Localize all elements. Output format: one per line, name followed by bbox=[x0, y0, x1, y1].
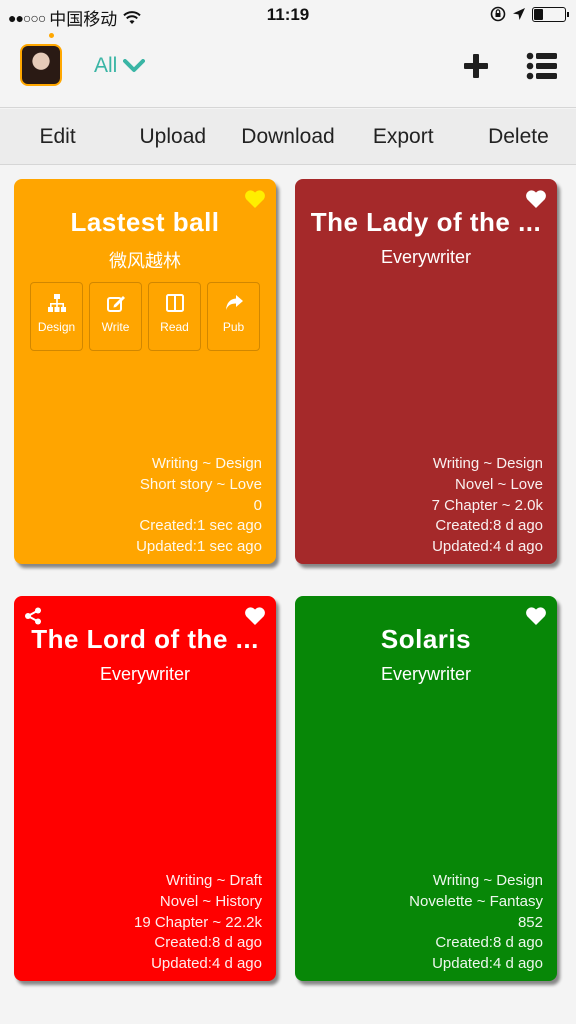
write-button[interactable]: Write bbox=[89, 282, 142, 351]
avatar[interactable] bbox=[20, 44, 62, 86]
meta-status: Writing ~ Design bbox=[432, 455, 543, 473]
book-title: The Lady of the ... bbox=[310, 207, 542, 237]
heart-icon[interactable] bbox=[525, 189, 547, 209]
location-arrow-icon bbox=[513, 8, 525, 20]
meta-created: Created:8 d ago bbox=[154, 934, 262, 952]
download-button[interactable]: Download bbox=[230, 109, 345, 164]
book-title: Solaris bbox=[380, 624, 472, 654]
write-label: Write bbox=[101, 320, 130, 334]
action-toolbar: Edit Upload Download Export Delete bbox=[0, 109, 576, 165]
share-icon[interactable] bbox=[24, 607, 42, 625]
meta-genre: Short story ~ Love bbox=[139, 475, 262, 493]
design-button[interactable]: Design bbox=[30, 282, 83, 351]
read-label: Read bbox=[160, 320, 189, 334]
meta-updated: Updated:4 d ago bbox=[432, 955, 543, 973]
book-meta: Writing ~ Draft Novel ~ History 19 Chapt… bbox=[134, 871, 262, 975]
edit-button[interactable]: Edit bbox=[0, 109, 115, 164]
book-title: Lastest ball bbox=[70, 207, 220, 237]
sitemap-icon bbox=[47, 294, 66, 312]
publish-label: Pub bbox=[222, 320, 245, 334]
heart-icon[interactable] bbox=[244, 606, 266, 626]
meta-updated: Updated:4 d ago bbox=[432, 538, 543, 556]
top-nav: All bbox=[0, 30, 576, 108]
book-card[interactable]: The Lord of the ... Everywriter Writing … bbox=[14, 596, 276, 981]
orientation-lock-icon bbox=[490, 6, 506, 22]
meta-status: Writing ~ Design bbox=[432, 872, 543, 890]
read-button[interactable]: Read bbox=[148, 282, 201, 351]
chevron-down-icon bbox=[123, 59, 146, 72]
list-icon[interactable] bbox=[526, 52, 558, 80]
meta-updated: Updated:1 sec ago bbox=[136, 538, 262, 556]
meta-updated: Updated:4 d ago bbox=[151, 955, 262, 973]
book-author: Everywriter bbox=[99, 664, 190, 684]
meta-genre: Novel ~ History bbox=[159, 892, 262, 910]
meta-genre: Novelette ~ Fantasy bbox=[409, 892, 543, 910]
meta-count: 7 Chapter ~ 2.0k bbox=[431, 496, 543, 514]
book-card[interactable]: Solaris Everywriter Writing ~ Design Nov… bbox=[295, 596, 557, 981]
design-label: Design bbox=[37, 320, 76, 334]
book-card[interactable]: Lastest ball 微风越林 Design Write Read Pub … bbox=[14, 179, 276, 564]
upload-button[interactable]: Upload bbox=[115, 109, 230, 164]
filter-label: All bbox=[94, 54, 118, 77]
plus-icon[interactable] bbox=[462, 52, 490, 80]
share-arrow-icon bbox=[225, 295, 243, 310]
battery-icon bbox=[532, 6, 569, 22]
edit-icon bbox=[106, 296, 125, 312]
meta-created: Created:1 sec ago bbox=[139, 517, 262, 535]
book-open-icon bbox=[165, 294, 184, 312]
book-author: 微风越林 bbox=[109, 251, 181, 271]
meta-created: Created:8 d ago bbox=[435, 517, 543, 535]
meta-count: 852 bbox=[517, 913, 543, 931]
book-author: Everywriter bbox=[380, 247, 471, 267]
meta-count: 0 bbox=[253, 496, 262, 514]
delete-button[interactable]: Delete bbox=[461, 109, 576, 164]
meta-count: 19 Chapter ~ 22.2k bbox=[133, 913, 262, 931]
publish-button[interactable]: Pub bbox=[207, 282, 260, 351]
heart-icon[interactable] bbox=[244, 189, 266, 209]
book-meta: Writing ~ Design Short story ~ Love 0 Cr… bbox=[136, 454, 262, 558]
notification-dot bbox=[49, 33, 54, 38]
category-filter[interactable]: All bbox=[94, 54, 146, 78]
meta-genre: Novel ~ Love bbox=[455, 475, 543, 493]
book-author: Everywriter bbox=[380, 664, 471, 684]
book-actions: Design Write Read Pub bbox=[30, 282, 260, 351]
book-title: The Lord of the ... bbox=[31, 624, 259, 654]
meta-status: Writing ~ Design bbox=[151, 455, 262, 473]
heart-icon[interactable] bbox=[525, 606, 547, 626]
book-meta: Writing ~ Design Novel ~ Love 7 Chapter … bbox=[432, 454, 543, 558]
meta-status: Writing ~ Draft bbox=[166, 872, 262, 890]
status-bar: ●●○○○ 中国移动 11:19 bbox=[0, 0, 576, 30]
book-meta: Writing ~ Design Novelette ~ Fantasy 852… bbox=[409, 871, 543, 975]
book-card[interactable]: The Lady of the ... Everywriter Writing … bbox=[295, 179, 557, 564]
export-button[interactable]: Export bbox=[346, 109, 461, 164]
meta-created: Created:8 d ago bbox=[435, 934, 543, 952]
